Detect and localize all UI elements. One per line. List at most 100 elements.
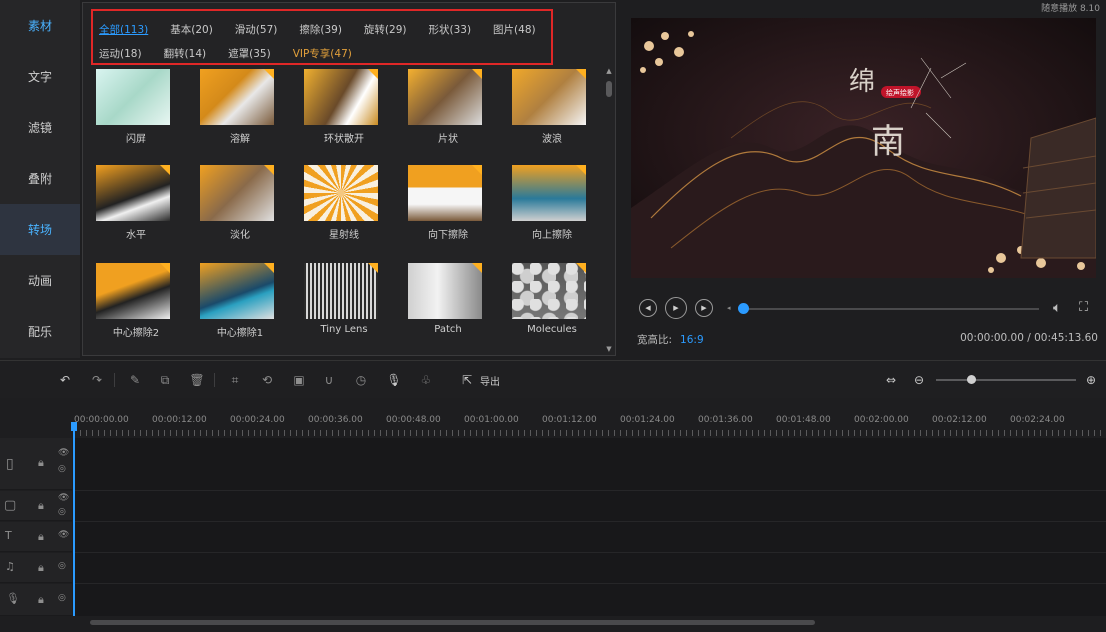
- undo-icon[interactable]: ↶: [56, 371, 74, 389]
- mosaic-icon[interactable]: ♧: [417, 371, 435, 389]
- transition-thumbnail[interactable]: [200, 69, 274, 125]
- transition-thumbnail[interactable]: [200, 165, 274, 221]
- seek-handle[interactable]: [738, 303, 749, 314]
- library-scrollbar[interactable]: ▲ ▼: [605, 67, 613, 353]
- transition-thumbnail[interactable]: [96, 263, 170, 319]
- seek-bar[interactable]: [743, 308, 1039, 310]
- category-tab-flip[interactable]: 翻转(14): [164, 46, 207, 61]
- category-tab-vip[interactable]: VIP专享(47): [293, 46, 352, 61]
- export-button[interactable]: 导出: [480, 373, 500, 388]
- vip-badge-icon: [368, 263, 378, 273]
- category-tab-wipe[interactable]: 擦除(39): [299, 22, 342, 37]
- rotate-icon[interactable]: ⟲: [258, 371, 276, 389]
- microphone-icon[interactable]: 🎙︎: [385, 371, 403, 389]
- lock-icon[interactable]: 🔒︎: [38, 593, 44, 607]
- transition-label: Molecules: [527, 324, 577, 335]
- video-preview: 绵 南 绘声绘影: [631, 18, 1096, 278]
- step-forward-icon[interactable]: ▶: [695, 299, 713, 317]
- crop-icon[interactable]: ⌗: [226, 371, 244, 389]
- sidebar-item-animation[interactable]: 动画: [0, 255, 80, 306]
- scroll-thumb[interactable]: [606, 81, 612, 97]
- transition-thumbnail[interactable]: [96, 165, 170, 221]
- category-tab-all[interactable]: 全部(113): [99, 22, 148, 37]
- playback-controls: ◀ ▶ ▶ ◂ 🔈︎ ⛶: [631, 290, 1101, 330]
- ruler-label: 00:00:36.00: [308, 415, 363, 425]
- freeze-icon[interactable]: ▣: [290, 371, 308, 389]
- category-tab-motion[interactable]: 运动(18): [99, 46, 142, 61]
- transition-thumbnail[interactable]: [96, 69, 170, 125]
- scroll-up-icon[interactable]: ▲: [605, 67, 613, 75]
- zoom-in-icon[interactable]: ⊕: [1082, 371, 1100, 389]
- vip-badge-icon: [576, 165, 586, 175]
- vip-badge-icon: [264, 69, 274, 79]
- transition-thumbnail[interactable]: [512, 165, 586, 221]
- mute-icon[interactable]: ◎: [58, 593, 66, 603]
- ruler-label: 00:00:00.00: [74, 415, 129, 425]
- track-divider: [74, 490, 1106, 491]
- transition-thumbnail[interactable]: [408, 263, 482, 319]
- transition-thumbnail[interactable]: [304, 263, 378, 319]
- lock-icon[interactable]: 🔒︎: [38, 499, 44, 513]
- transition-thumbnail[interactable]: [304, 165, 378, 221]
- volume-icon[interactable]: 🔈︎: [1053, 300, 1061, 316]
- sidebar-item-media[interactable]: 素材: [0, 0, 80, 51]
- transition-thumbnail[interactable]: [512, 69, 586, 125]
- transition-thumbnail[interactable]: [408, 69, 482, 125]
- category-tab-image[interactable]: 图片(48): [493, 22, 536, 37]
- timeline-scroll-thumb[interactable]: [90, 620, 815, 625]
- category-tab-mask[interactable]: 遮罩(35): [228, 46, 271, 61]
- vip-badge-icon: [368, 69, 378, 79]
- ruler-label: 00:01:48.00: [776, 415, 831, 425]
- category-row-1: 全部(113) 基本(20) 滑动(57) 擦除(39) 旋转(29) 形状(3…: [99, 22, 558, 37]
- zoom-handle[interactable]: [967, 375, 976, 384]
- category-tab-shape[interactable]: 形状(33): [428, 22, 471, 37]
- timeline-ruler[interactable]: 00:00:00.00 00:00:12.00 00:00:24.00 00:00:3…: [74, 412, 1106, 436]
- vip-badge-icon: [576, 69, 586, 79]
- timeline-scrollbar[interactable]: [78, 620, 1098, 626]
- zoom-slider[interactable]: [936, 379, 1076, 381]
- sidebar-item-filters[interactable]: 滤镜: [0, 102, 80, 153]
- edit-icon[interactable]: ✎: [126, 371, 144, 389]
- transition-label: 片状: [438, 134, 458, 145]
- zoom-out-icon[interactable]: ⊖: [910, 371, 928, 389]
- mute-icon[interactable]: ◎: [58, 507, 66, 517]
- sidebar-item-text[interactable]: 文字: [0, 51, 80, 102]
- mute-icon[interactable]: ◎: [58, 464, 66, 474]
- step-back-icon[interactable]: ◀: [639, 299, 657, 317]
- vip-badge-icon: [160, 263, 170, 273]
- timeline-tracks[interactable]: [74, 438, 1106, 616]
- scroll-down-icon[interactable]: ▼: [605, 345, 613, 353]
- category-tab-rotate[interactable]: 旋转(29): [364, 22, 407, 37]
- sidebar-item-transitions[interactable]: 转场: [0, 204, 80, 255]
- ruler-label: 00:02:00.00: [854, 415, 909, 425]
- playhead[interactable]: [73, 424, 75, 616]
- transition-thumbnail[interactable]: [408, 165, 482, 221]
- sidebar-item-music[interactable]: 配乐: [0, 306, 80, 357]
- lock-icon[interactable]: 🔒︎: [38, 561, 44, 575]
- category-tab-basic[interactable]: 基本(20): [170, 22, 213, 37]
- category-tab-slide[interactable]: 滑动(57): [235, 22, 278, 37]
- sidebar-item-overlay[interactable]: 叠附: [0, 153, 80, 204]
- category-highlight-box: 全部(113) 基本(20) 滑动(57) 擦除(39) 旋转(29) 形状(3…: [91, 9, 553, 65]
- transition-thumbnail[interactable]: [512, 263, 586, 319]
- eye-icon[interactable]: 👁︎: [58, 448, 69, 458]
- lock-icon[interactable]: 🔒︎: [38, 530, 44, 544]
- fullscreen-icon[interactable]: ⛶: [1079, 300, 1088, 315]
- fit-timeline-icon[interactable]: ⇔: [882, 371, 900, 389]
- redo-icon[interactable]: ↷: [88, 371, 106, 389]
- magnet-icon[interactable]: ∪: [320, 371, 338, 389]
- aspect-ratio-select[interactable]: 16:9: [680, 334, 704, 346]
- export-icon[interactable]: ⇱: [458, 371, 476, 389]
- mute-icon[interactable]: ◎: [58, 561, 66, 571]
- eye-icon[interactable]: 👁︎: [58, 493, 69, 503]
- ruler-label: 00:00:24.00: [230, 415, 285, 425]
- transition-thumbnail[interactable]: [200, 263, 274, 319]
- delete-icon[interactable]: 🗑︎: [188, 371, 206, 389]
- split-icon[interactable]: ⧉: [156, 371, 174, 389]
- track-divider: [74, 552, 1106, 553]
- transition-thumbnail[interactable]: [304, 69, 378, 125]
- lock-icon[interactable]: 🔒︎: [38, 456, 44, 470]
- speed-icon[interactable]: ◷: [352, 371, 370, 389]
- eye-icon[interactable]: 👁︎: [58, 530, 69, 540]
- play-icon[interactable]: ▶: [665, 297, 687, 319]
